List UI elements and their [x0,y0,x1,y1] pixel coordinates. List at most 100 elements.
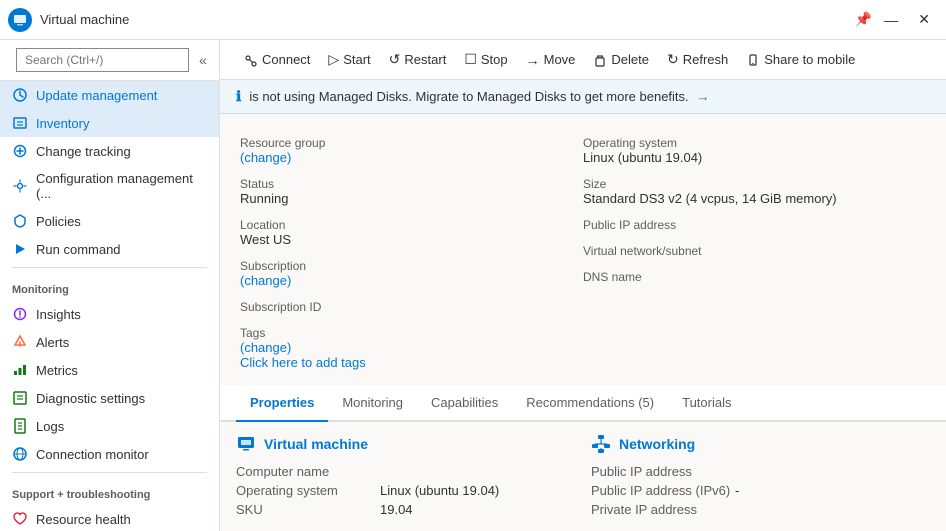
net-private-ip-value [735,502,930,517]
tabs-bar: Properties Monitoring Capabilities Recom… [220,385,946,422]
sidebar-item-run-command[interactable]: Run command [0,235,219,263]
networking-card-header: Networking [591,434,930,454]
stop-label: Stop [481,52,508,67]
sidebar-section-monitoring: Insights Alerts Metrics Diagnostic setti… [0,300,219,468]
sidebar-label-alerts: Alerts [36,335,69,350]
start-button[interactable]: ▷ Start [320,46,378,73]
prop-status-label: Status [240,177,583,191]
sidebar-label-metrics: Metrics [36,363,78,378]
sidebar-label-run-command: Run command [36,242,121,257]
prop-resource-group-label: Resource group [240,136,583,150]
tab-monitoring[interactable]: Monitoring [328,385,417,422]
prop-location-label: Location [240,218,583,232]
policies-icon [12,213,28,229]
refresh-icon: ↻ [667,51,679,68]
prop-os-label: Operating system [583,136,926,150]
sidebar-label-resource-health: Resource health [36,512,131,527]
sidebar-item-change-tracking[interactable]: Change tracking [0,137,219,165]
prop-tags: Tags (change) Click here to add tags [240,320,583,376]
pin-icon: 📌 [855,11,872,28]
close-button[interactable]: ✕ [910,7,938,32]
delete-button[interactable]: Delete [585,46,657,72]
prop-resource-group-value: (change) [240,150,583,165]
update-management-icon [12,87,28,103]
prop-os: Operating system Linux (ubuntu 19.04) [583,130,926,171]
connect-button[interactable]: Connect [236,46,318,72]
sidebar: « Update management Inventory Change t [0,40,220,531]
sidebar-item-configuration-management[interactable]: Configuration management (... [0,165,219,207]
tags-add-link[interactable]: Click here to add tags [240,355,366,370]
share-to-mobile-button[interactable]: Share to mobile [738,46,863,72]
tab-recommendations[interactable]: Recommendations (5) [512,385,668,422]
net-public-ipv6-value: - [735,483,930,498]
props-right: Operating system Linux (ubuntu 19.04) Si… [583,130,926,376]
prop-vnet-label: Virtual network/subnet [583,244,926,258]
move-icon: → [526,52,540,68]
sidebar-label-change-tracking: Change tracking [36,144,131,159]
prop-subscription-label: Subscription [240,259,583,273]
move-button[interactable]: → Move [518,47,584,73]
sidebar-label-update-management: Update management [36,88,157,103]
properties-grid: Resource group (change) Status Running L… [240,130,926,376]
insights-icon [12,306,28,322]
cards-area: Virtual machine Computer name Operating … [220,422,946,531]
networking-card: Networking Public IP address Public IP a… [591,434,930,519]
share-mobile-icon [746,51,760,67]
sidebar-section-support: Resource health Boot diagnostics [0,505,219,531]
vm-sku-value: 19.04 [380,502,575,517]
sidebar-item-policies[interactable]: Policies [0,207,219,235]
sidebar-label-inventory: Inventory [36,116,89,131]
monitoring-section-label: Monitoring [0,272,219,300]
sidebar-item-metrics[interactable]: Metrics [0,356,219,384]
prop-subscription: Subscription (change) [240,253,583,294]
sidebar-item-update-management[interactable]: Update management [0,81,219,109]
subscription-change-link[interactable]: (change) [240,273,291,288]
tab-properties[interactable]: Properties [236,385,328,422]
sidebar-item-inventory[interactable]: Inventory [0,109,219,137]
net-public-ipv6-label: Public IP address (IPv6) [591,483,731,498]
sidebar-item-diagnostic-settings[interactable]: Diagnostic settings [0,384,219,412]
minimize-button[interactable]: — [876,8,906,32]
vm-computer-name-label: Computer name [236,464,376,479]
sidebar-divider-1 [12,267,207,268]
logs-icon [12,418,28,434]
sidebar-item-insights[interactable]: Insights [0,300,219,328]
sidebar-item-alerts[interactable]: Alerts [0,328,219,356]
sidebar-item-resource-health[interactable]: Resource health [0,505,219,531]
connect-icon [244,51,258,67]
prop-resource-group: Resource group (change) [240,130,583,171]
window-title: Virtual machine [40,12,129,27]
stop-button[interactable]: ☐ Stop [456,46,515,73]
networking-card-icon [591,434,611,454]
vm-card: Virtual machine Computer name Operating … [236,434,575,519]
diagnostic-settings-icon [12,390,28,406]
restart-icon: ↺ [389,51,401,68]
sidebar-item-connection-monitor[interactable]: Connection monitor [0,440,219,468]
prop-size-value: Standard DS3 v2 (4 vcpus, 14 GiB memory) [583,191,926,206]
prop-public-ip-label: Public IP address [583,218,926,232]
sidebar-collapse-button[interactable]: « [195,50,211,70]
net-private-ip-row: Private IP address [591,500,930,519]
prop-size-label: Size [583,177,926,191]
main-content: Connect ▷ Start ↺ Restart ☐ Stop → Move [220,40,946,531]
tags-change-link[interactable]: (change) [240,340,291,355]
detail-area: Resource group (change) Status Running L… [220,114,946,385]
search-input[interactable] [16,48,189,72]
tab-tutorials[interactable]: Tutorials [668,385,745,422]
vm-card-icon [236,434,256,454]
refresh-button[interactable]: ↻ Refresh [659,46,736,73]
info-link[interactable]: → [697,89,710,104]
sidebar-section-1: Update management Inventory Change track… [0,81,219,263]
sidebar-label-diagnostic-settings: Diagnostic settings [36,391,145,406]
support-troubleshooting-label: Support + troubleshooting [0,477,219,505]
vm-sku-row: SKU 19.04 [236,500,575,519]
restart-label: Restart [404,52,446,67]
props-left: Resource group (change) Status Running L… [240,130,583,376]
search-bar: « [0,40,219,81]
restart-button[interactable]: ↺ Restart [381,46,455,73]
sidebar-item-logs[interactable]: Logs [0,412,219,440]
resource-group-change-link[interactable]: (change) [240,150,291,165]
tab-capabilities[interactable]: Capabilities [417,385,512,422]
vm-sku-label: SKU [236,502,376,517]
stop-icon: ☐ [464,51,477,68]
